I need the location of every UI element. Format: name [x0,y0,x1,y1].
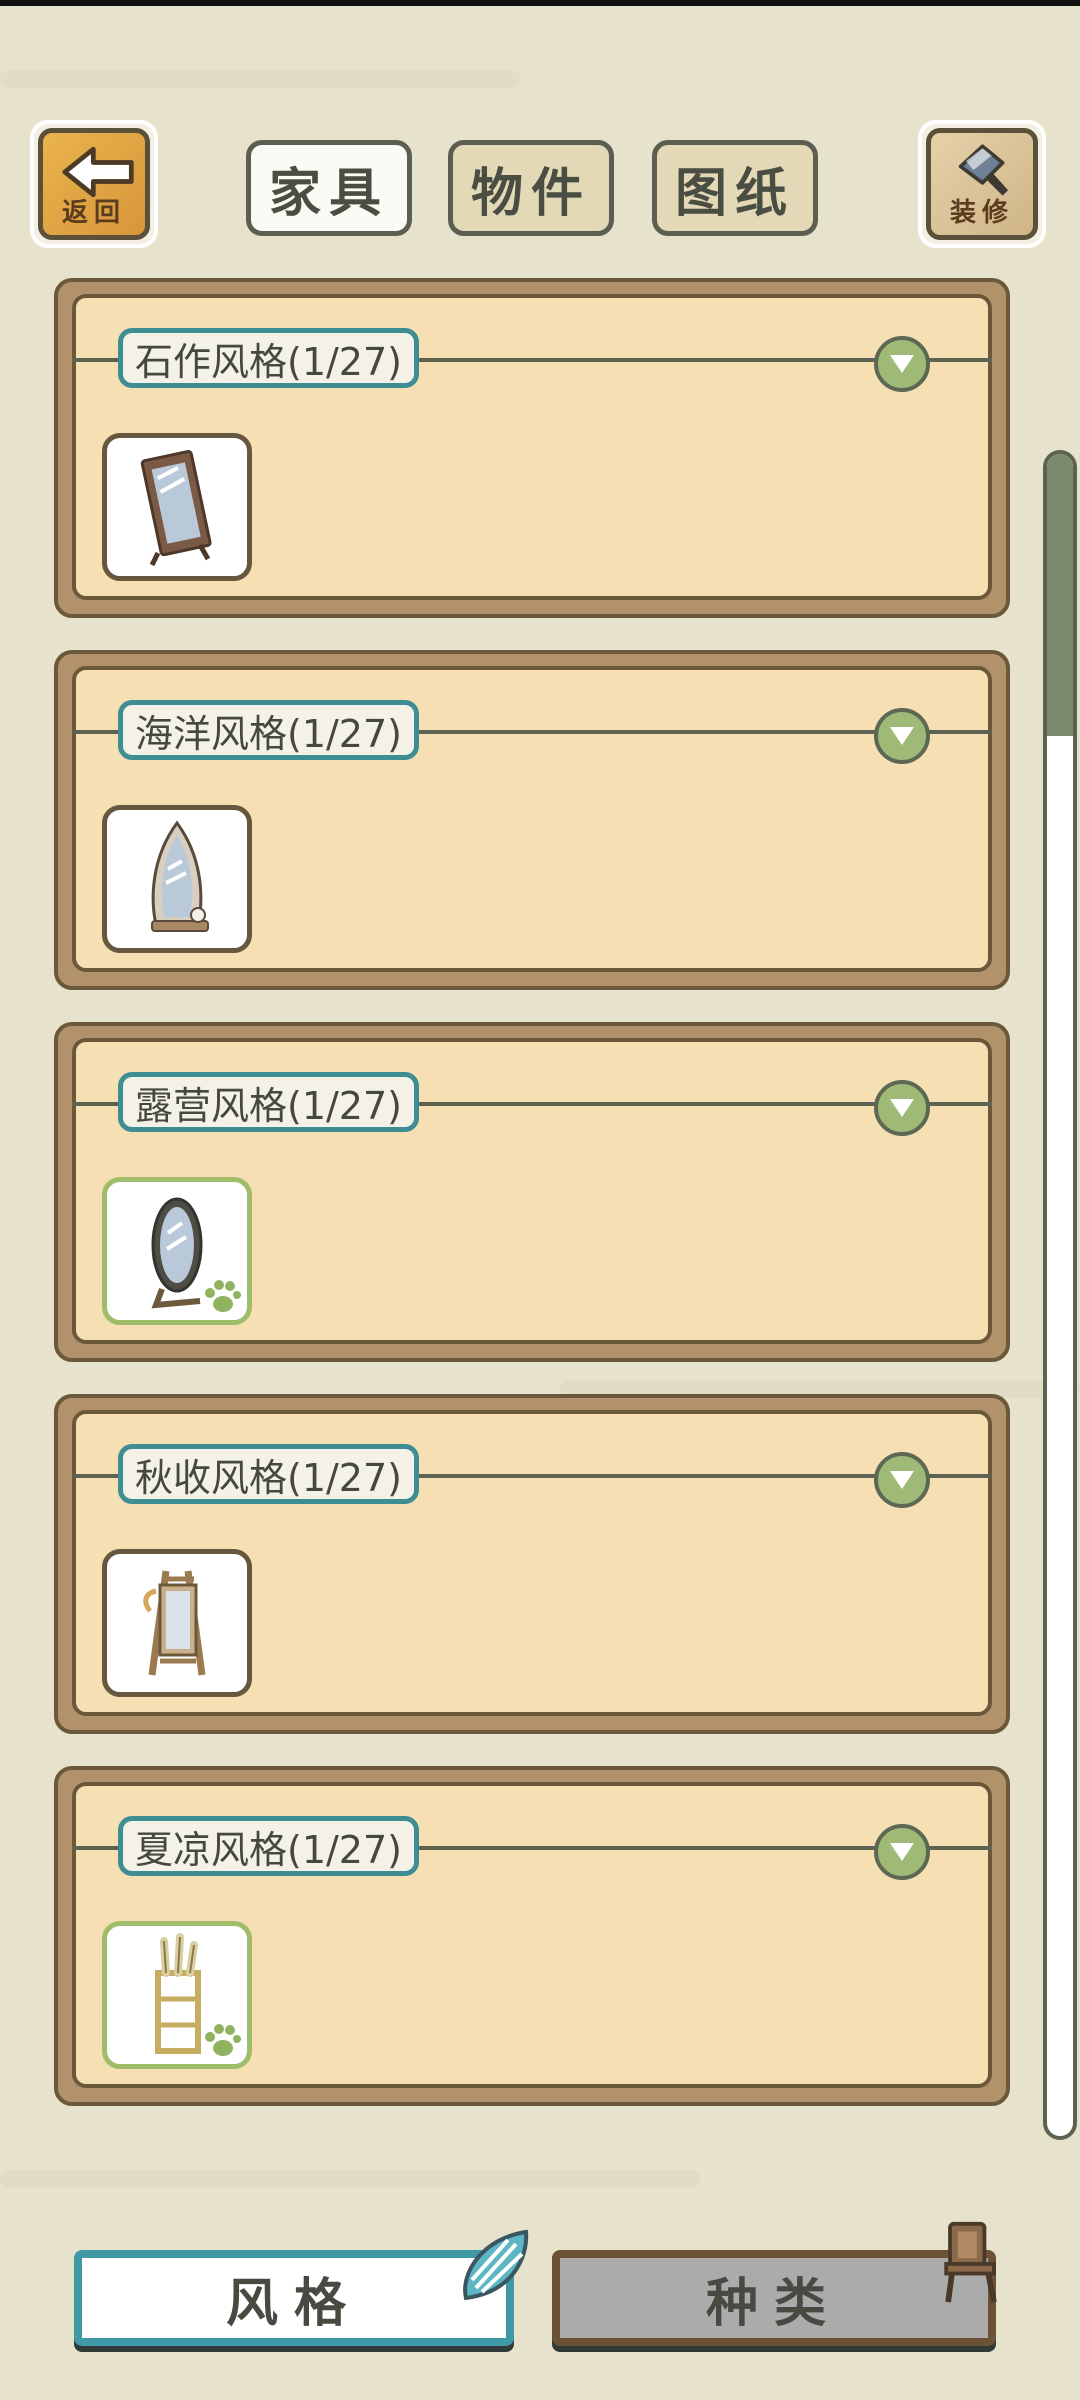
tab-style-label: 风格 [225,2273,362,2334]
expand-button[interactable] [874,1080,930,1136]
style-section-harvest: 秋收风格(1/27) [54,1394,1010,1734]
style-section-camping: 露营风格(1/27) [54,1022,1010,1362]
chevron-down-icon [890,355,914,373]
tab-category-label: 种类 [705,2273,842,2334]
back-button[interactable]: 返回 [30,120,158,248]
tab-blueprints[interactable]: 图纸 [652,140,818,236]
stone-mirror-icon [140,449,212,567]
decorate-button[interactable]: 装修 [918,120,1046,248]
section-panel: 露营风格(1/27) [72,1038,992,1344]
section-panel: 石作风格(1/27) [72,294,992,600]
ocean-mirror-icon [151,820,209,932]
item-slot[interactable] [102,433,252,581]
section-panel: 海洋风格(1/27) [72,666,992,972]
expand-button[interactable] [874,336,930,392]
section-panel: 秋收风格(1/27) [72,1410,992,1716]
style-section-summer: 夏凉风格(1/27) [54,1766,1010,2106]
paw-print-icon [205,1280,241,1312]
section-title: 露营风格(1/27) [118,1072,419,1132]
style-section-stone: 石作风格(1/27) [54,278,1010,618]
section-title: 秋收风格(1/27) [118,1444,419,1504]
item-slot[interactable] [102,1549,252,1697]
tab-style[interactable]: 风格 [74,2250,514,2346]
style-section-ocean: 海洋风格(1/27) [54,650,1010,990]
back-arrow-icon [62,146,134,198]
chevron-down-icon [890,1471,914,1489]
expand-button[interactable] [874,1824,930,1880]
section-panel: 夏凉风格(1/27) [72,1782,992,2088]
item-slot-owned[interactable] [102,1921,252,2069]
chevron-down-icon [890,1099,914,1117]
tab-furniture[interactable]: 家具 [246,140,412,236]
section-title: 海洋风格(1/27) [118,700,419,760]
tab-objects[interactable]: 物件 [448,140,614,236]
expand-button[interactable] [874,1452,930,1508]
chevron-down-icon [890,727,914,745]
paw-print-icon [205,2024,241,2056]
expand-button[interactable] [874,708,930,764]
harvest-mirror-icon [143,1570,206,1676]
section-title: 夏凉风格(1/27) [118,1816,419,1876]
chevron-down-icon [890,1843,914,1861]
scrollbar-thumb[interactable] [1047,454,1073,736]
tab-category[interactable]: 种类 [552,2250,996,2346]
section-title: 石作风格(1/27) [118,328,419,388]
background-streak [0,2170,700,2188]
item-slot-owned[interactable] [102,1177,252,1325]
background-streak [0,70,520,88]
brush-icon [958,144,1009,196]
scrollbar[interactable] [1043,450,1077,2140]
chair-icon [944,2221,997,2303]
item-slot[interactable] [102,805,252,953]
shell-icon [463,2229,529,2301]
status-bar [0,0,1080,6]
